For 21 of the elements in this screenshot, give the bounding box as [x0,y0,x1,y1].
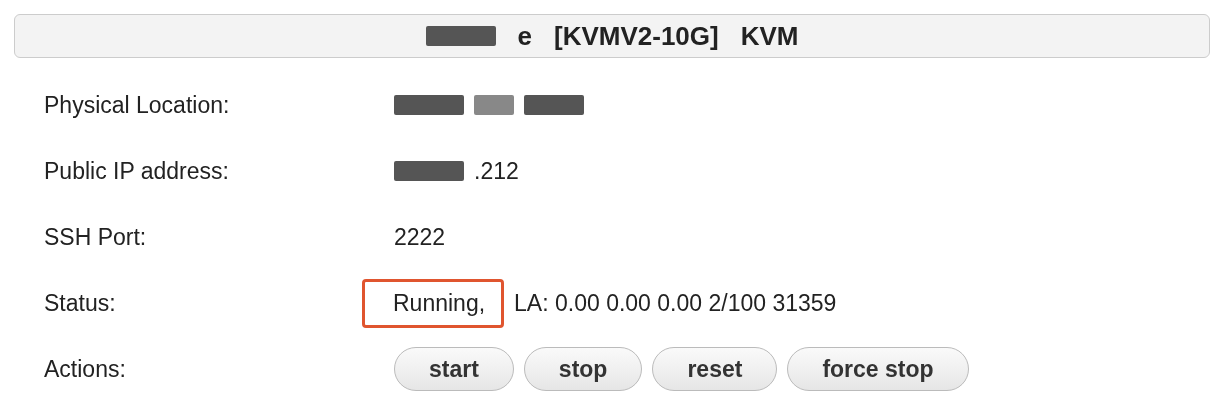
redaction-mark [524,95,584,115]
action-button[interactable]: start [394,347,514,391]
field-label: Public IP address: [44,157,230,185]
field-value: 2222 [394,223,446,251]
action-button[interactable]: force stop [787,347,969,391]
redaction-mark [394,95,464,115]
field-label: Physical Location: [44,91,231,119]
field-label: SSH Port: [44,223,148,251]
virtualization-type: KVM [740,20,799,52]
action-button[interactable]: stop [523,347,643,391]
load-average: LA: 0.00 0.00 0.00 2/100 31359 [514,289,837,317]
field-value: .212 [474,157,519,185]
plan-name: [KVMV2-10G] [554,20,719,52]
action-button[interactable]: reset [652,347,778,391]
redaction-mark [474,95,514,115]
status-state: Running, [393,289,486,316]
redaction-mark [425,26,496,46]
redaction-mark [394,161,464,181]
field-label: Actions: [44,355,127,383]
field-label: Status: [44,289,117,317]
server-name: e [517,20,532,52]
